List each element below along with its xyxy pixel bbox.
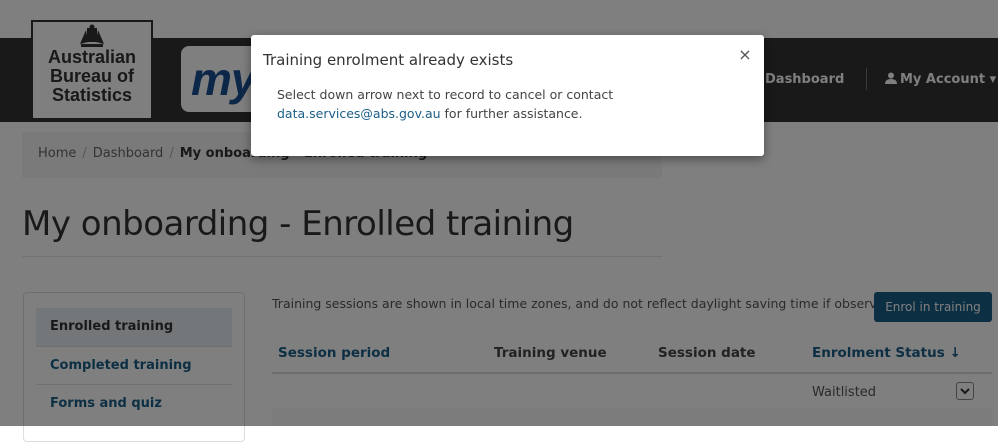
modal-message-line: Select down arrow next to record to canc… [277, 87, 614, 102]
close-icon[interactable]: × [737, 45, 753, 64]
alert-modal: Training enrolment already exists × Sele… [251, 35, 764, 156]
modal-message-suffix: for further assistance. [440, 106, 583, 121]
modal-body: Select down arrow next to record to canc… [277, 85, 613, 123]
support-email-link[interactable]: data.services@abs.gov.au [277, 106, 441, 121]
modal-title: Training enrolment already exists [263, 51, 514, 69]
